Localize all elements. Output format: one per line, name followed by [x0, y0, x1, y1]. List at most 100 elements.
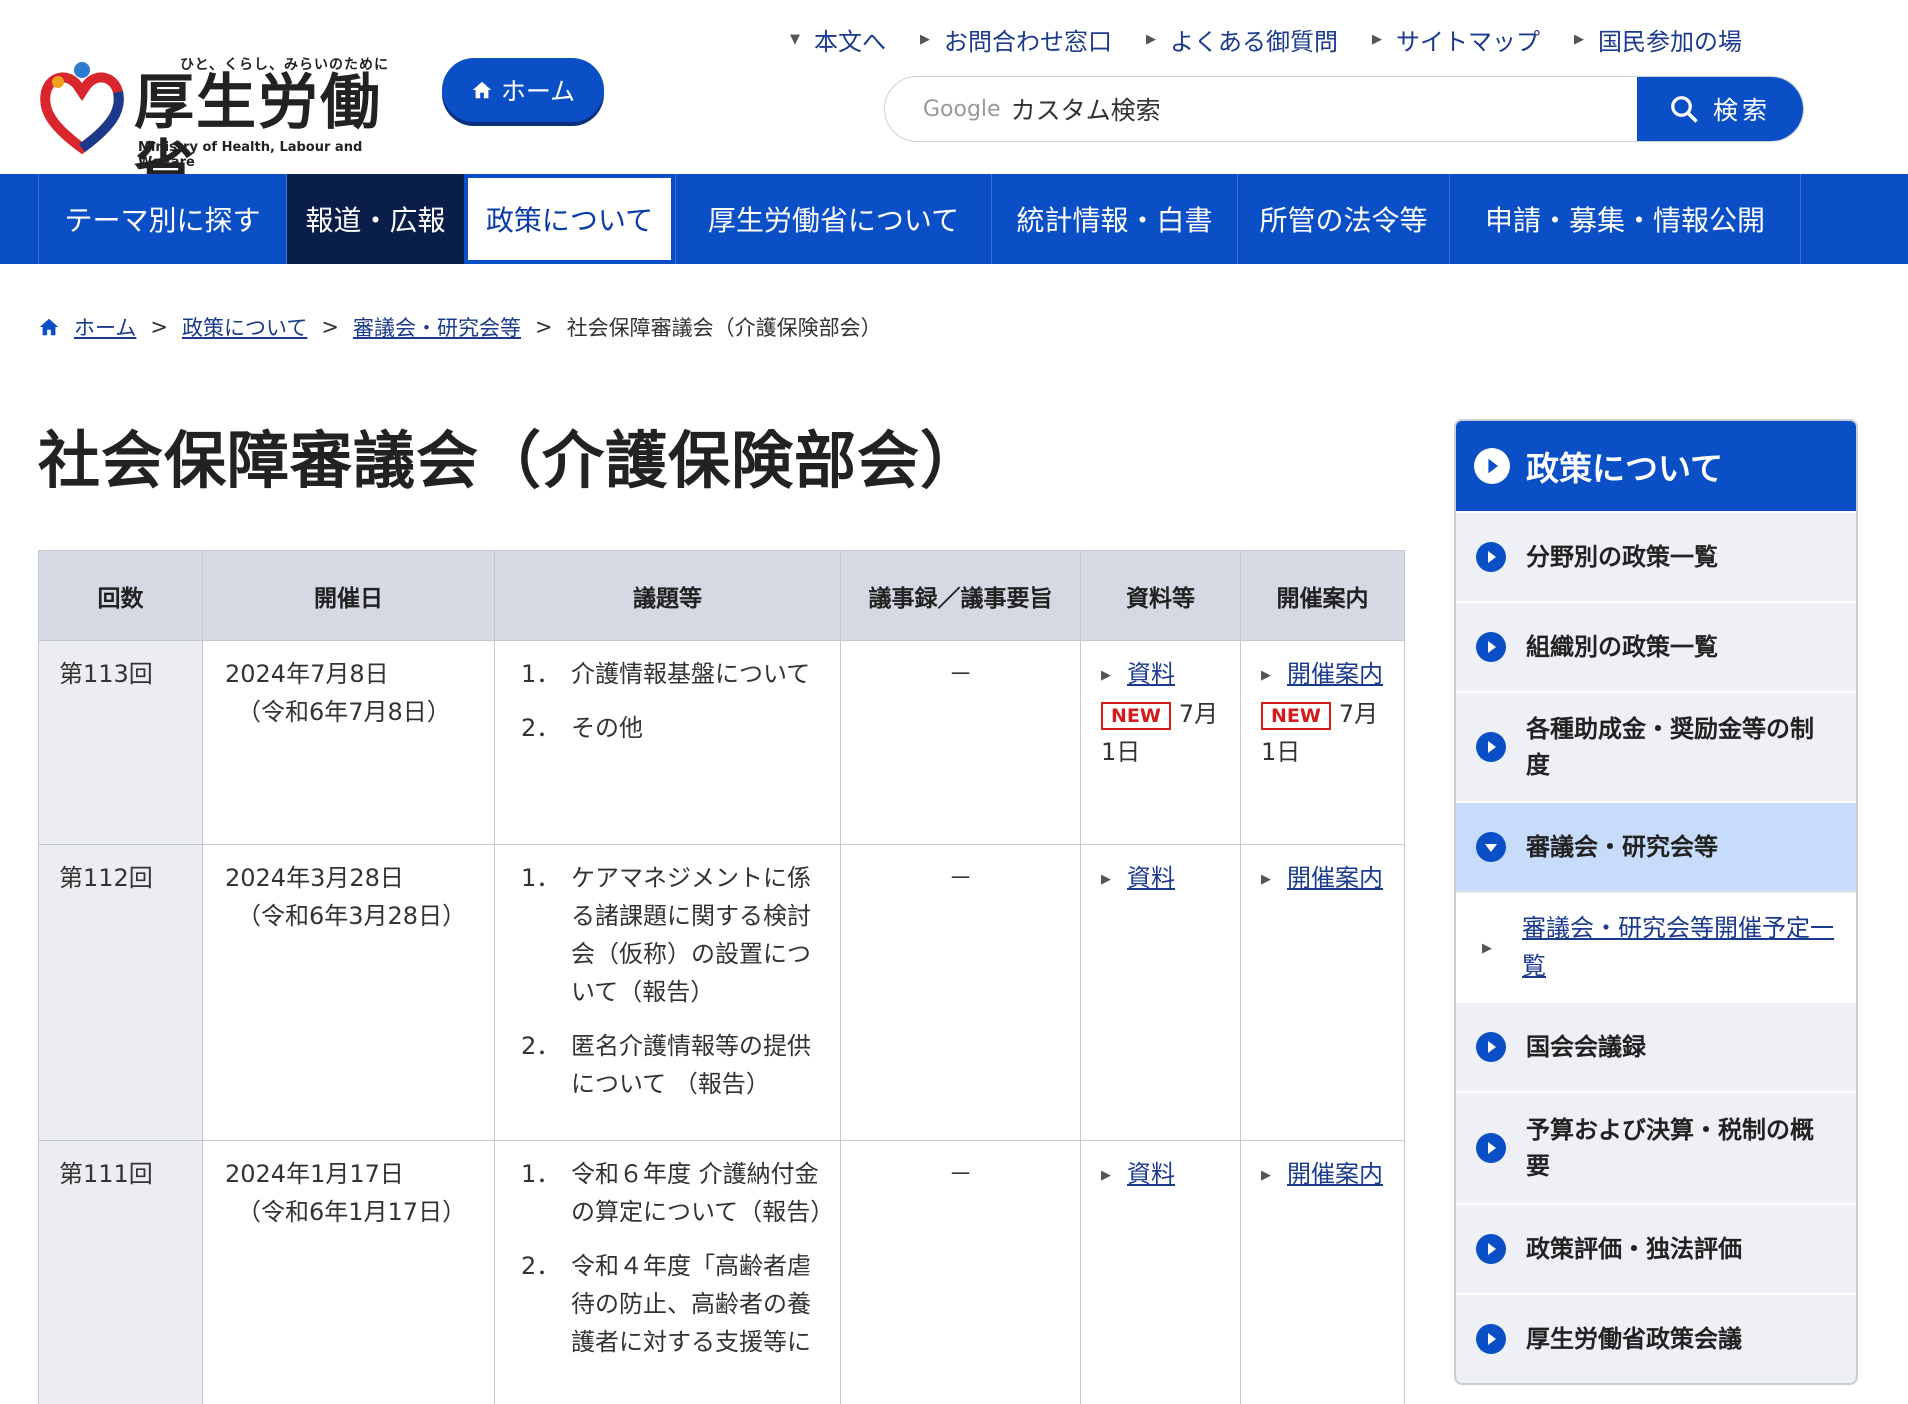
home-button-label: ホーム: [500, 77, 576, 106]
date-wareki: （令和6年3月28日）: [237, 902, 467, 930]
table-row: 第112回 2024年3月28日 （令和6年3月28日） 1． ケアマネジメントに…: [38, 844, 1405, 1141]
utility-nav: ▼ 本文へ ▶ お問合わせ窓口 ▶ よくある御質問 ▶ サイトマップ ▶ 国民参加の場: [790, 22, 1776, 57]
topic-number: 2．: [521, 1252, 561, 1280]
nav-item-policy[interactable]: 政策について: [464, 174, 675, 264]
topic-item: 1． 介護情報基盤について: [521, 655, 830, 693]
google-logo: Google: [923, 96, 1001, 122]
home-button[interactable]: ホーム: [442, 58, 604, 122]
nav-item-about[interactable]: 厚生労働省について: [675, 174, 991, 264]
column-header-date: 開催日: [202, 550, 495, 641]
date-gregorian: 2024年1月17日: [225, 1160, 404, 1188]
caret-right-icon: ▶: [1482, 940, 1492, 956]
search-input[interactable]: Google カスタム検索: [885, 77, 1637, 141]
documents-link[interactable]: 資料: [1127, 655, 1175, 693]
breadcrumb-councils[interactable]: 審議会・研究会等: [353, 312, 521, 342]
sidebar-item-label: 各種助成金・奨励金等の制度: [1526, 715, 1814, 779]
topic-text: 介護情報基盤について: [571, 660, 811, 688]
nav-item-themes[interactable]: テーマ別に探す: [38, 174, 286, 264]
util-link-participation[interactable]: ▶ 国民参加の場: [1574, 22, 1742, 57]
sidebar-item-subsidies[interactable]: 各種助成金・奨励金等の制度: [1456, 691, 1856, 801]
sidebar-item-evaluation[interactable]: 政策評価・独法評価: [1456, 1203, 1856, 1293]
breadcrumb-separator: >: [534, 315, 553, 339]
column-header-minutes: 議事録／議事要旨: [840, 550, 1081, 641]
meeting-documents: ▶ 資料: [1080, 1140, 1241, 1404]
circle-arrow-right-icon: [1476, 1133, 1506, 1163]
util-link-contact[interactable]: ▶ お問合わせ窓口: [920, 22, 1112, 57]
table-header-row: 回数 開催日 議題等 議事録／議事要旨 資料等 開催案内: [38, 550, 1405, 641]
sidebar-item-policy-council[interactable]: 厚生労働省政策会議: [1456, 1293, 1856, 1383]
util-link-sitemap[interactable]: ▶ サイトマップ: [1372, 22, 1540, 57]
sidebar-item-label: 審議会・研究会等: [1526, 833, 1718, 861]
sidebar-item-diet-records[interactable]: 国会会議録: [1456, 1001, 1856, 1091]
breadcrumb-separator: >: [321, 315, 339, 339]
sidebar-item-budget[interactable]: 予算および決算・税制の概要: [1456, 1091, 1856, 1203]
topic-number: 2．: [521, 1032, 561, 1060]
meeting-notice: ▶ 開催案内 NEW 7月1日: [1240, 640, 1405, 845]
column-header-topics: 議題等: [494, 550, 841, 641]
sidebar-item-label: 国会会議録: [1526, 1033, 1646, 1061]
site-logo[interactable]: ひと、くらし、みらいのために 厚生労働省 Ministry of Health,…: [38, 54, 410, 202]
util-link-label: よくある御質問: [1170, 28, 1338, 56]
sidebar-item-label: 予算および決算・税制の概要: [1526, 1116, 1814, 1180]
new-badge: NEW: [1261, 702, 1331, 730]
site-search: Google カスタム検索 検索: [884, 76, 1804, 142]
topic-text: その他: [571, 714, 643, 742]
caret-right-icon: ▶: [1101, 1168, 1111, 1183]
caret-down-icon: ▼: [790, 32, 800, 47]
date-gregorian: 2024年3月28日: [225, 864, 404, 892]
meeting-minutes: －: [840, 640, 1081, 845]
meeting-number: 第112回: [38, 844, 203, 1141]
new-badge: NEW: [1101, 702, 1171, 730]
topic-item: 2． 匿名介護情報等の提供について （報告）: [521, 1027, 830, 1103]
sidebar-item-by-field[interactable]: 分野別の政策一覧: [1456, 511, 1856, 601]
documents-link[interactable]: 資料: [1127, 1155, 1175, 1193]
util-link-label: 本文へ: [814, 28, 886, 56]
caret-right-icon: ▶: [1574, 32, 1584, 47]
meeting-documents: ▶ 資料: [1080, 844, 1241, 1141]
caret-right-icon: ▶: [1261, 872, 1271, 887]
caret-right-icon: ▶: [1261, 1168, 1271, 1183]
util-link-label: お問合わせ窓口: [944, 28, 1112, 56]
util-link-main-content[interactable]: ▼ 本文へ: [790, 22, 886, 57]
meeting-minutes: －: [840, 1140, 1081, 1404]
notice-link[interactable]: 開催案内: [1287, 1155, 1383, 1193]
sidebar-subitem-label[interactable]: 審議会・研究会等開催予定一覧: [1522, 909, 1838, 985]
nav-item-laws[interactable]: 所管の法令等: [1237, 174, 1449, 264]
notice-link[interactable]: 開催案内: [1287, 655, 1383, 693]
circle-arrow-down-icon: [1476, 832, 1506, 862]
nav-item-statistics[interactable]: 統計情報・白書: [991, 174, 1237, 264]
home-icon: [39, 318, 59, 336]
meeting-number: 第111回: [38, 1140, 203, 1404]
sidebar-title: 政策について: [1526, 449, 1724, 488]
sidebar-subitem-schedule[interactable]: ▶ 審議会・研究会等開催予定一覧: [1456, 891, 1856, 1001]
circle-arrow-right-icon: [1476, 632, 1506, 662]
table-row: 第111回 2024年1月17日 （令和6年1月17日） 1． 令和６年度 介護納…: [38, 1140, 1405, 1404]
sidebar-heading[interactable]: 政策について: [1456, 421, 1856, 511]
util-link-faq[interactable]: ▶ よくある御質問: [1146, 22, 1338, 57]
topic-item: 2． 令和４年度「高齢者虐待の防止、高齢者の養護者に対する支援等に: [521, 1247, 830, 1361]
sidebar-item-councils[interactable]: 審議会・研究会等: [1456, 801, 1856, 891]
main-nav: テーマ別に探す 報道・広報 政策について 厚生労働省について 統計情報・白書 所…: [0, 174, 1908, 264]
sidebar-item-by-organization[interactable]: 組織別の政策一覧: [1456, 601, 1856, 691]
nav-item-press[interactable]: 報道・広報: [286, 174, 464, 264]
date-gregorian: 2024年7月8日: [225, 660, 389, 688]
documents-link[interactable]: 資料: [1127, 859, 1175, 897]
date-wareki: （令和6年7月8日）: [237, 698, 451, 726]
breadcrumb-home[interactable]: ホーム: [74, 312, 136, 342]
caret-right-icon: ▶: [1101, 668, 1111, 683]
meeting-table: 回数 開催日 議題等 議事録／議事要旨 資料等 開催案内 第113回 2024年…: [38, 550, 1405, 1404]
sidebar: 政策について 分野別の政策一覧 組織別の政策一覧 各種助成金・奨励金等の制度 審…: [1454, 419, 1858, 1385]
notice-link[interactable]: 開催案内: [1287, 859, 1383, 897]
circle-arrow-right-icon: [1476, 1324, 1506, 1354]
meeting-date: 2024年3月28日 （令和6年3月28日）: [202, 844, 495, 1141]
search-placeholder: カスタム検索: [1010, 96, 1161, 125]
util-link-label: サイトマップ: [1396, 28, 1540, 56]
topic-item: 1． ケアマネジメントに係る諸課題に関する検討会（仮称）の設置について（報告）: [521, 859, 830, 1011]
topic-number: 1．: [521, 660, 561, 688]
topic-text: ケアマネジメントに係る諸課題に関する検討会（仮称）の設置について（報告）: [571, 864, 811, 1006]
breadcrumb-policy[interactable]: 政策について: [182, 312, 307, 342]
topic-text: 令和４年度「高齢者虐待の防止、高齢者の養護者に対する支援等に: [571, 1252, 811, 1356]
search-button[interactable]: 検索: [1637, 77, 1803, 141]
nav-item-applications[interactable]: 申請・募集・情報公開: [1449, 174, 1801, 264]
topic-text: 匿名介護情報等の提供について （報告）: [571, 1032, 811, 1098]
